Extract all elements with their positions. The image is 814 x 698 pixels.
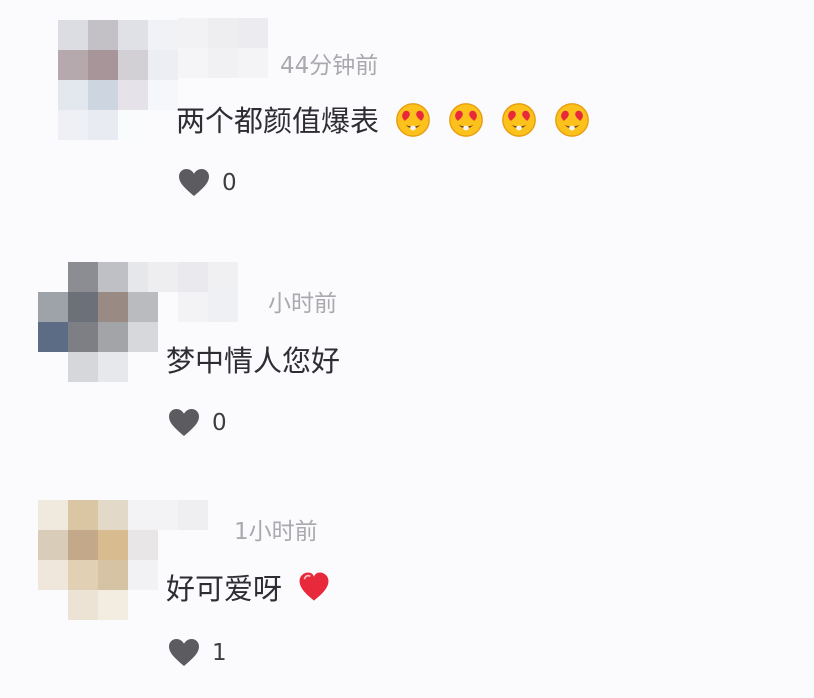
avatar[interactable]	[38, 262, 158, 382]
comment-time: 1小时前	[234, 519, 318, 545]
comment-time: 44分钟前	[280, 53, 379, 79]
comment-text-content: 两个都颜值爆表	[176, 104, 380, 138]
heart-eyes-emoji	[447, 100, 485, 138]
heart-icon	[178, 168, 210, 197]
comment-time: 小时前	[268, 291, 337, 317]
username-blurred-lower	[178, 292, 238, 322]
heart-eyes-emoji	[394, 100, 432, 138]
like-count: 1	[212, 639, 227, 666]
comment-text-content: 好可爱呀	[166, 572, 283, 606]
comment-text-content: 梦中情人您好	[166, 344, 341, 378]
like-count: 0	[222, 169, 237, 196]
username-blurred[interactable]	[148, 500, 208, 530]
avatar[interactable]	[38, 500, 158, 620]
comment-text: 梦中情人您好	[166, 338, 340, 380]
username-blurred[interactable]	[178, 18, 268, 48]
heart-eyes-emoji	[553, 100, 591, 138]
like-count: 0	[212, 409, 227, 436]
comment-text: 好可爱呀	[166, 566, 331, 608]
like-button[interactable]: 1	[168, 638, 227, 667]
avatar[interactable]	[58, 20, 178, 140]
username-blurred-lower	[178, 48, 268, 78]
like-button[interactable]: 0	[178, 168, 237, 197]
heart-icon	[168, 408, 200, 437]
like-button[interactable]: 0	[168, 408, 227, 437]
heart-eyes-emoji	[500, 100, 538, 138]
username-blurred[interactable]	[148, 262, 238, 292]
comment-text: 两个都颜值爆表	[176, 98, 591, 140]
heart-icon	[168, 638, 200, 667]
red-heart-emoji	[297, 570, 331, 604]
